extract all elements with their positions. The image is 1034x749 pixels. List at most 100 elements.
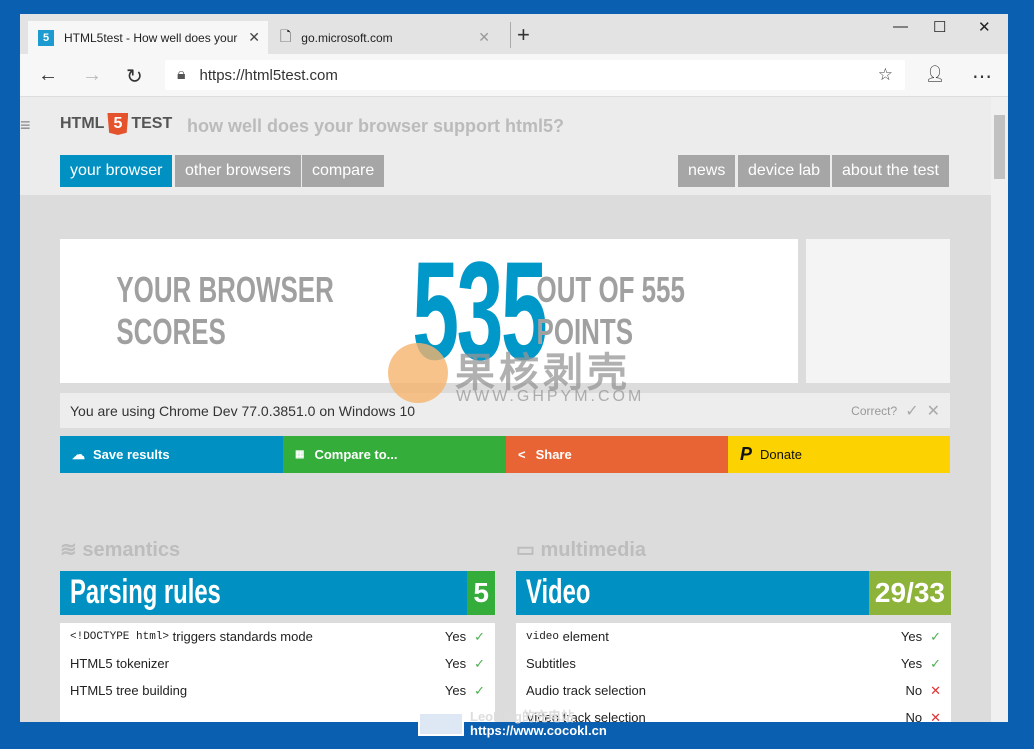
share-icon: < xyxy=(518,447,526,462)
parsing-rules-list: <!DOCTYPE html> triggers standards mode Y… xyxy=(60,623,495,722)
result: No xyxy=(905,682,923,698)
site-header: ≡ HTML 5 TEST how well does your browser… xyxy=(20,97,991,195)
back-button[interactable]: ← xyxy=(38,64,58,87)
category-bar-video[interactable]: Video 29/33 xyxy=(516,571,951,615)
category-score: 29/33 xyxy=(868,571,951,615)
donate-label: Donate xyxy=(760,447,802,462)
semantics-heading-text: semantics xyxy=(82,539,181,561)
category-title: Parsing rules xyxy=(70,573,221,611)
category-title: Video xyxy=(526,573,591,611)
save-results-label: Save results xyxy=(93,447,170,462)
category-score: 5 xyxy=(467,571,495,615)
list-item: HTML5 tree building Yes ✓ xyxy=(60,677,495,704)
close-tab-icon[interactable]: ✕ xyxy=(248,29,260,46)
logo-5: 5 xyxy=(107,113,129,135)
nav-device-lab[interactable]: device lab xyxy=(738,155,831,187)
more-menu-button[interactable]: ⋯ xyxy=(972,64,992,89)
url-field[interactable]: 🔒︎ https://html5test.com ☆ xyxy=(165,60,905,90)
result: Yes xyxy=(900,655,923,671)
correct-label: Correct? xyxy=(851,404,898,418)
cloud-upload-icon: ☁ xyxy=(72,446,85,462)
item-label: element xyxy=(559,629,609,644)
item-label: HTML5 tokenizer xyxy=(70,656,169,671)
item-label: triggers standards mode xyxy=(169,629,313,644)
watermark-bottom-url: https://www.cocokl.cn xyxy=(470,723,607,738)
url-text: https://html5test.com xyxy=(199,66,338,84)
item-label: HTML5 tree building xyxy=(70,683,188,698)
save-results-button[interactable]: ☁ Save results xyxy=(60,436,283,473)
minimize-button[interactable]: — xyxy=(893,18,908,35)
result: Yes xyxy=(900,628,923,644)
check-icon: ✓ xyxy=(474,682,485,698)
new-tab-button[interactable]: + xyxy=(510,22,530,48)
check-icon: ✓ xyxy=(474,628,485,644)
section-heading-multimedia: ▭ multimedia xyxy=(516,537,646,562)
category-bar-parsing-rules[interactable]: Parsing rules 5 xyxy=(60,571,495,615)
section-heading-semantics: ≋ semantics xyxy=(60,537,180,562)
compare-to-label: Compare to... xyxy=(314,447,398,462)
multimedia-icon: ▭ xyxy=(516,539,535,561)
list-item: video element Yes ✓ xyxy=(516,623,951,650)
close-tab-icon[interactable]: ✕ xyxy=(478,29,490,46)
result: Yes xyxy=(444,682,467,698)
site-logo[interactable]: HTML 5 TEST xyxy=(60,113,172,135)
browser-window: 5 HTML5test - How well does your ✕ 🗋 go.… xyxy=(20,14,1008,722)
watermark-bottom-name: LeoKing的充电站 xyxy=(470,709,574,724)
vertical-scrollbar[interactable] xyxy=(991,97,1008,722)
check-icon: ✓ xyxy=(930,628,941,644)
confirm-check-icon[interactable]: ✓ xyxy=(905,401,918,421)
tab-title: go.microsoft.com xyxy=(301,30,393,45)
item-label: Subtitles xyxy=(526,656,576,671)
page-error-icon: 🗋 xyxy=(280,27,292,44)
donate-button[interactable]: P Donate xyxy=(728,436,950,473)
refresh-button[interactable]: ↻ xyxy=(126,64,143,89)
reject-x-icon[interactable]: ✕ xyxy=(927,401,940,421)
share-label: Share xyxy=(535,447,572,462)
code-text: <!DOCTYPE html> xyxy=(70,630,170,643)
cross-icon: ✕ xyxy=(930,709,941,723)
tab-html5test[interactable]: 5 HTML5test - How well does your ✕ xyxy=(28,21,268,54)
bottom-watermark: LeoKing的充电站 https://www.cocokl.cn xyxy=(418,710,607,738)
tab-go-microsoft[interactable]: 🗋 go.microsoft.com ✕ xyxy=(270,21,498,54)
share-button[interactable]: < Share xyxy=(506,436,729,473)
score-prefix: YOUR BROWSER SCORES xyxy=(116,269,334,352)
list-item: HTML5 tokenizer Yes ✓ xyxy=(60,650,495,677)
nav-compare[interactable]: compare xyxy=(302,155,385,187)
forward-button[interactable]: → xyxy=(82,64,102,87)
list-item: Subtitles Yes ✓ xyxy=(516,650,951,677)
list-item: Audio track selection No ✕ xyxy=(516,677,951,704)
tagline: how well does your browser support html5… xyxy=(187,116,565,136)
html5-icon: 5 xyxy=(38,29,54,46)
page-content: ≡ HTML 5 TEST how well does your browser… xyxy=(20,97,991,722)
tab-title: HTML5test - How well does your xyxy=(64,30,238,45)
multimedia-heading-text: multimedia xyxy=(540,539,647,561)
address-bar-row: ← → ↻ 🔒︎ https://html5test.com ☆ 👤︎ ⋯ xyxy=(20,54,1008,97)
profile-icon[interactable]: 👤︎ xyxy=(925,64,945,84)
nav-news[interactable]: news xyxy=(678,155,736,187)
semantics-icon: ≋ xyxy=(60,539,77,561)
hamburger-menu-icon[interactable]: ≡ xyxy=(20,115,31,136)
list-item: <!DOCTYPE html> triggers standards mode Y… xyxy=(60,623,495,650)
lock-icon: 🔒︎ xyxy=(177,66,186,83)
nav-other-browsers[interactable]: other browsers xyxy=(175,155,301,187)
score-suffix: OUT OF 555 POINTS xyxy=(536,269,686,352)
browser-info-bar: You are using Chrome Dev 77.0.3851.0 on … xyxy=(60,393,950,428)
close-window-button[interactable]: ✕ xyxy=(978,18,991,36)
item-label: Audio track selection xyxy=(526,683,646,698)
check-icon: ✓ xyxy=(930,655,941,671)
nav-your-browser[interactable]: your browser xyxy=(60,155,173,187)
logo-html: HTML xyxy=(60,115,105,132)
scrollbar-thumb[interactable] xyxy=(994,115,1005,179)
result: No xyxy=(905,709,923,723)
compare-to-button[interactable]: ▦ Compare to... xyxy=(283,436,506,473)
browser-info-text: You are using Chrome Dev 77.0.3851.0 on … xyxy=(70,403,416,419)
maximize-button[interactable]: ☐ xyxy=(933,18,946,36)
nav-about-the-test[interactable]: about the test xyxy=(832,155,949,187)
paypal-icon: P xyxy=(740,444,753,464)
cross-icon: ✕ xyxy=(930,682,941,698)
check-icon: ✓ xyxy=(474,655,485,671)
monitor-icon xyxy=(418,712,464,736)
score-side-panel xyxy=(806,239,950,383)
video-list: video element Yes ✓ Subtitles Yes ✓ Audio tr… xyxy=(516,623,951,722)
favorite-star-icon[interactable]: ☆ xyxy=(878,65,893,85)
